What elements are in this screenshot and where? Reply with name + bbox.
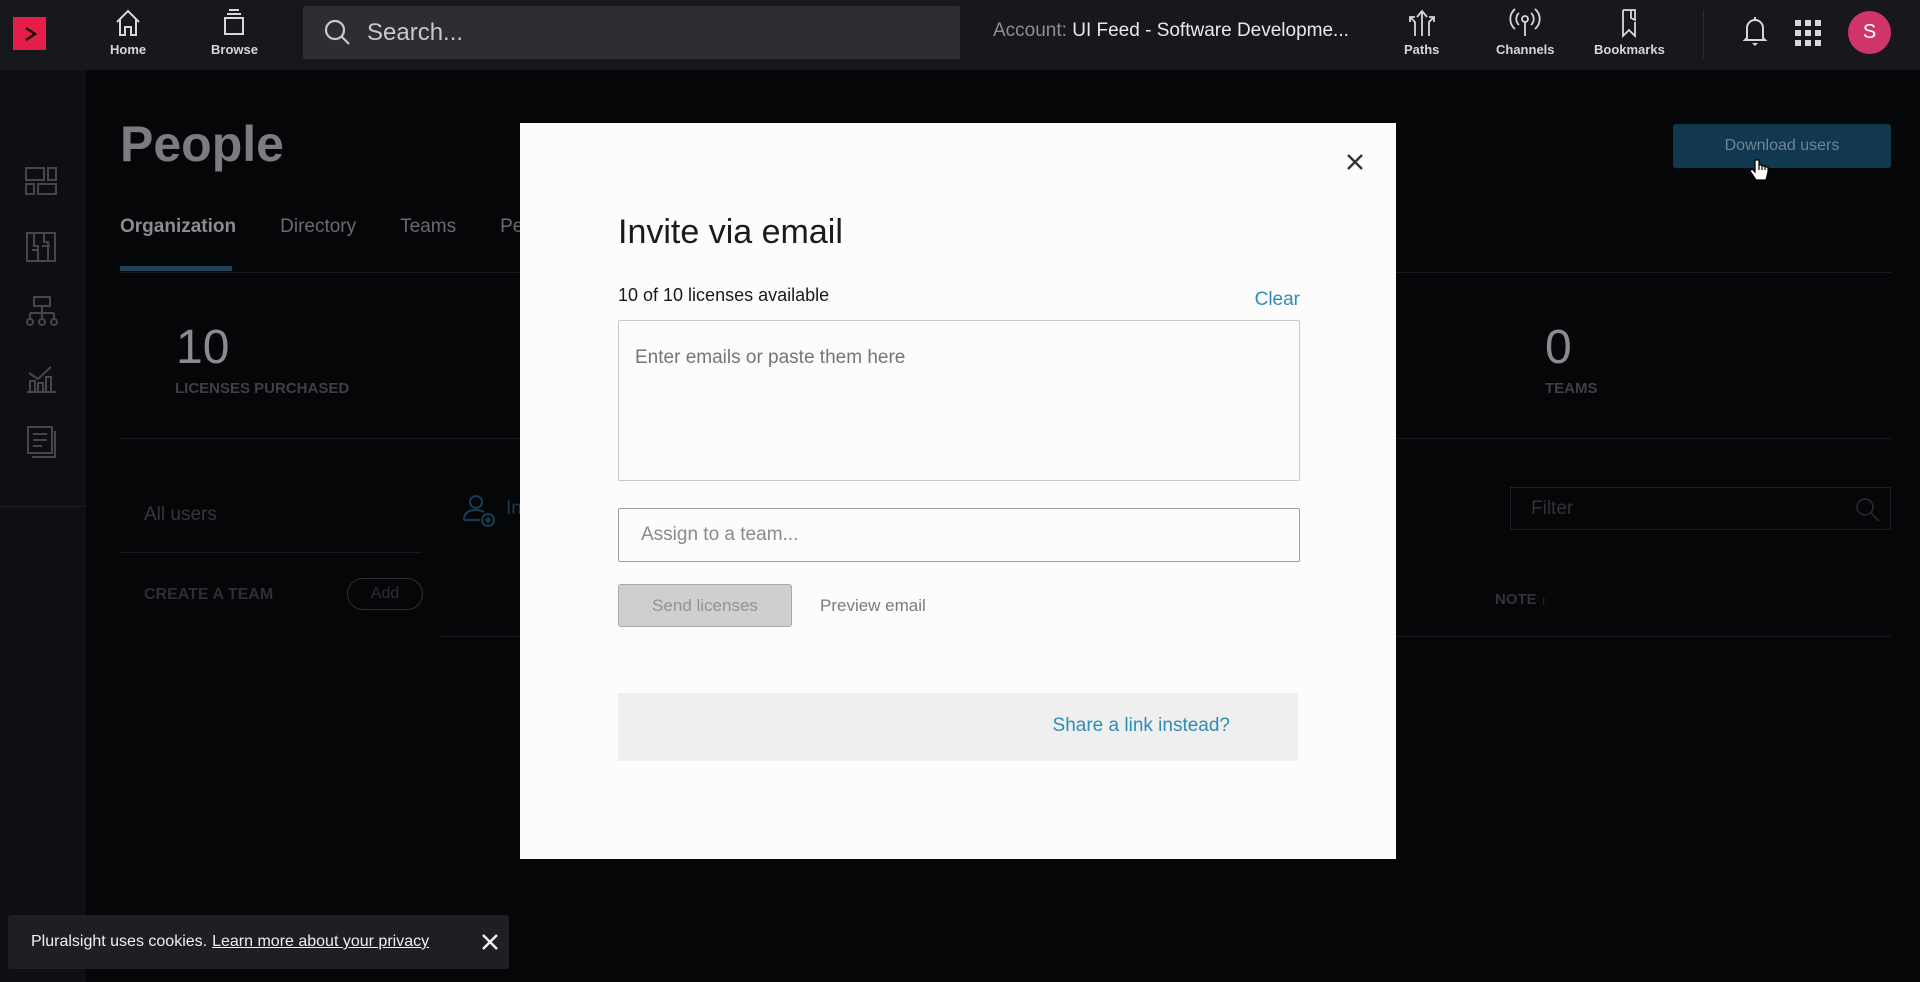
teams-value: 0	[1545, 321, 1572, 374]
invite-users-button[interactable]: In	[462, 492, 522, 533]
channels-icon	[1509, 8, 1541, 36]
bookmark-icon	[1622, 9, 1637, 39]
licenses-purchased-value: 10	[176, 321, 230, 374]
account-name: UI Feed - Software Developme...	[1072, 20, 1349, 41]
licenses-available: 10 of 10 licenses available	[618, 285, 830, 305]
home-icon	[116, 9, 140, 36]
filter-input[interactable]: Filter	[1510, 487, 1891, 530]
note-column-header[interactable]: NOTE ↕	[1495, 591, 1547, 608]
share-link-bar: Share a link instead?	[618, 693, 1298, 761]
user-avatar[interactable]: S	[1848, 11, 1891, 54]
nav-paths-label: Paths	[1404, 42, 1440, 57]
sidebar-divider	[0, 506, 86, 507]
close-icon[interactable]	[1344, 151, 1366, 173]
create-team-label: CREATE A TEAM	[144, 586, 274, 603]
page-title: People	[120, 116, 284, 172]
nav-home[interactable]: Home	[110, 6, 146, 57]
send-licenses-button[interactable]: Send licenses	[618, 584, 792, 627]
all-users-link[interactable]: All users	[144, 504, 217, 526]
search-icon	[324, 19, 350, 45]
dashboard-icon[interactable]	[24, 164, 58, 198]
nav-browse-label: Browse	[211, 42, 258, 57]
top-navigation-bar: Home Browse Search... Account: UI Feed -…	[0, 0, 1920, 70]
nav-channels-label: Channels	[1496, 42, 1555, 57]
pluralsight-logo[interactable]	[13, 17, 46, 50]
reports-icon[interactable]	[24, 425, 58, 459]
left-sidebar	[0, 70, 86, 982]
notifications-button[interactable]	[1741, 14, 1769, 53]
search-input[interactable]: Search...	[303, 6, 960, 59]
browse-icon	[224, 9, 245, 35]
licenses-purchased-label: LICENSES PURCHASED	[175, 380, 350, 397]
privacy-link[interactable]: Learn more about your privacy	[212, 933, 429, 951]
avatar-initial: S	[1862, 21, 1877, 43]
cookie-banner: Pluralsight uses cookies. Learn more abo…	[8, 915, 509, 969]
apps-grid-icon	[1795, 20, 1821, 46]
analytics-icon[interactable]	[24, 361, 58, 395]
nav-channels[interactable]: Channels	[1496, 6, 1555, 57]
download-users-button[interactable]: Download users	[1673, 124, 1891, 168]
topbar-divider	[1703, 10, 1704, 58]
sort-icon: ↕	[1540, 593, 1547, 607]
nav-bookmarks-label: Bookmarks	[1594, 42, 1665, 57]
assign-team-placeholder: Assign to a team...	[641, 524, 799, 545]
apps-menu-button[interactable]	[1795, 20, 1821, 51]
org-chart-icon[interactable]	[24, 295, 58, 329]
search-placeholder: Search...	[367, 18, 464, 46]
clear-link[interactable]: Clear	[1255, 289, 1300, 311]
nav-bookmarks[interactable]: Bookmarks	[1594, 6, 1665, 57]
assign-team-input[interactable]: Assign to a team...	[618, 508, 1300, 562]
hand-cursor-icon	[1749, 159, 1769, 181]
filter-search-icon	[1856, 498, 1880, 522]
tab-directory[interactable]: Directory	[280, 216, 356, 238]
skills-icon[interactable]	[24, 230, 58, 264]
filter-placeholder: Filter	[1531, 497, 1574, 519]
emails-textarea[interactable]	[618, 320, 1300, 481]
tab-teams[interactable]: Teams	[400, 216, 456, 238]
add-team-button[interactable]: Add	[347, 578, 423, 610]
paths-icon	[1408, 9, 1435, 36]
tab-organization[interactable]: Organization	[120, 216, 236, 238]
teams-label: TEAMS	[1545, 380, 1598, 397]
account-switcher[interactable]: Account: UI Feed - Software Developme...	[993, 20, 1349, 42]
active-tab-indicator	[120, 266, 232, 271]
people-tabs: Organization Directory Teams Pe	[120, 216, 567, 238]
bell-icon	[1742, 17, 1768, 46]
note-column-label: NOTE	[1495, 591, 1537, 608]
play-logo-icon	[24, 26, 37, 41]
invite-via-email-modal: Invite via email 10 of 10 licenses avail…	[520, 123, 1396, 859]
add-user-icon	[463, 495, 495, 527]
preview-email-link[interactable]: Preview email	[820, 596, 926, 616]
cookie-close-icon[interactable]	[480, 932, 500, 952]
nav-home-label: Home	[110, 42, 147, 57]
nav-paths[interactable]: Paths	[1404, 6, 1439, 57]
nav-browse[interactable]: Browse	[211, 6, 258, 57]
cookie-text: Pluralsight uses cookies.	[31, 933, 208, 950]
account-label: Account:	[993, 20, 1067, 41]
modal-title: Invite via email	[618, 213, 843, 251]
users-divider	[120, 552, 422, 553]
share-link-instead[interactable]: Share a link instead?	[1053, 715, 1230, 737]
